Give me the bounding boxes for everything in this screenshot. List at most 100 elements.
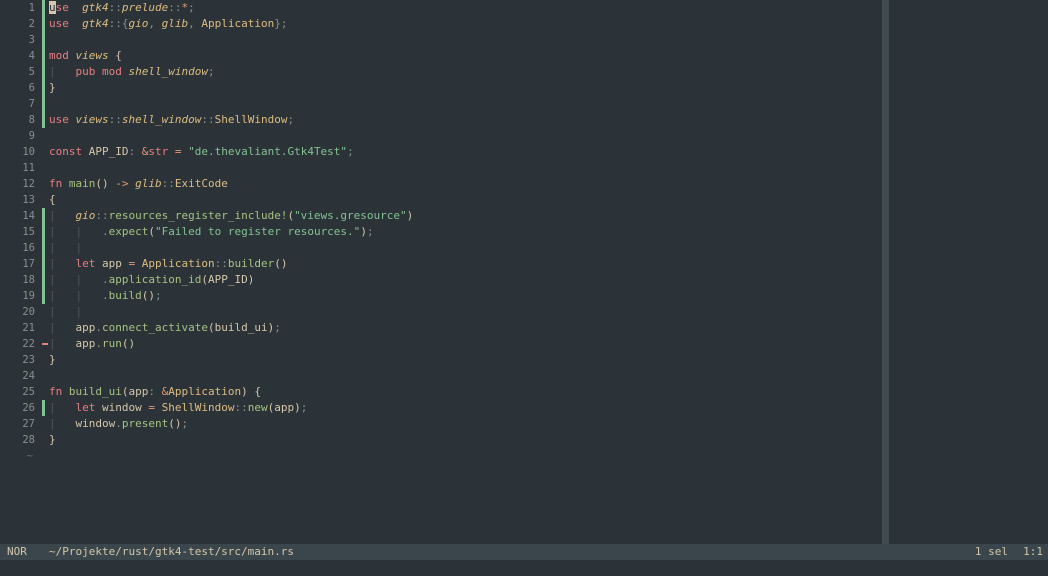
code-token: let bbox=[75, 401, 96, 414]
code-token: :: bbox=[234, 401, 248, 414]
code-line[interactable]: 2 use gtk4::{gio, glib, Application}; bbox=[0, 16, 882, 32]
line-text: } bbox=[49, 432, 56, 448]
code-token: (app) bbox=[267, 401, 301, 414]
code-line[interactable]: 18 | | .application_id(APP_ID) bbox=[0, 272, 882, 288]
code-token: . bbox=[95, 321, 102, 334]
code-token: present bbox=[121, 417, 169, 430]
line-text: use views::shell_window::ShellWindow; bbox=[49, 112, 294, 128]
code-line[interactable]: 1 use gtk4::prelude::*; bbox=[0, 0, 882, 16]
code-token: shell_window bbox=[128, 65, 208, 78]
code-line[interactable]: 15 | | .expect("Failed to register resour… bbox=[0, 224, 882, 240]
vertical-scrollbar[interactable] bbox=[882, 0, 889, 544]
code-token: : bbox=[148, 385, 155, 398]
code-line[interactable]: 9 bbox=[0, 128, 882, 144]
line-number: 27 bbox=[22, 418, 35, 430]
git-added-marker bbox=[42, 16, 45, 32]
code-line[interactable]: 16 | | bbox=[0, 240, 882, 256]
code-line[interactable]: 14 | gio::resources_register_include!("vi… bbox=[0, 208, 882, 224]
line-text: | | .application_id(APP_ID) bbox=[49, 272, 254, 288]
code-token: window bbox=[95, 401, 149, 414]
code-line[interactable]: 10 const APP_ID: &str = "de.thevaliant.Gt… bbox=[0, 144, 882, 160]
code-token: | | bbox=[49, 305, 83, 318]
editor-pane[interactable]: 1 use gtk4::prelude::*; 2 use gtk4::{gio, g… bbox=[0, 0, 1048, 544]
code-token: | bbox=[49, 209, 56, 222]
code-token: views bbox=[75, 49, 109, 62]
line-text: use gtk4::prelude::*; bbox=[49, 0, 195, 16]
code-token: ; bbox=[366, 225, 374, 238]
code-line[interactable]: 28} bbox=[0, 432, 882, 448]
line-text: | app.connect_activate(build_ui); bbox=[49, 320, 281, 336]
code-line[interactable]: 4 mod views { bbox=[0, 48, 882, 64]
code-line[interactable]: 20 | | bbox=[0, 304, 882, 320]
code-line[interactable]: 5 | pub mod shell_window; bbox=[0, 64, 882, 80]
code-token: :: bbox=[214, 257, 228, 270]
line-text: } bbox=[49, 80, 56, 96]
git-added-marker bbox=[42, 240, 45, 256]
code-line[interactable]: 22 | app.run() bbox=[0, 336, 882, 352]
code-line[interactable]: 19 | | .build(); bbox=[0, 288, 882, 304]
code-token: | bbox=[49, 65, 56, 78]
mode-indicator: NOR bbox=[7, 545, 27, 558]
code-view[interactable]: 1 use gtk4::prelude::*; 2 use gtk4::{gio, g… bbox=[0, 0, 882, 464]
code-token: fn bbox=[49, 177, 63, 190]
line-number: 3 bbox=[28, 34, 35, 46]
code-line[interactable]: 23} bbox=[0, 352, 882, 368]
code-line[interactable]: 21 | app.connect_activate(build_ui); bbox=[0, 320, 882, 336]
line-number: 1 bbox=[28, 2, 35, 14]
code-token: :: bbox=[168, 1, 182, 14]
line-text: const APP_ID: &str = "de.thevaliant.Gtk4… bbox=[49, 144, 354, 160]
line-number: 4 bbox=[28, 50, 35, 62]
code-line[interactable]: 26 | let window = ShellWindow::new(app); bbox=[0, 400, 882, 416]
code-token: () bbox=[141, 289, 155, 302]
line-number: 25 bbox=[22, 386, 35, 398]
code-token: , bbox=[188, 17, 202, 30]
line-text: | gio::resources_register_include!("view… bbox=[49, 208, 413, 224]
code-token: ; bbox=[347, 145, 354, 158]
code-token: ; bbox=[188, 1, 195, 14]
code-line[interactable]: 3 bbox=[0, 32, 882, 48]
line-text: mod views { bbox=[49, 48, 122, 64]
code-token: } bbox=[49, 353, 56, 366]
command-line[interactable] bbox=[0, 560, 1048, 576]
line-number: 7 bbox=[28, 98, 35, 110]
line-text: | | bbox=[49, 240, 82, 256]
git-added-marker bbox=[42, 256, 45, 272]
code-line[interactable]: 11 bbox=[0, 160, 882, 176]
code-line[interactable]: 8 use views::shell_window::ShellWindow; bbox=[0, 112, 882, 128]
code-line[interactable]: 17 | let app = Application::builder() bbox=[0, 256, 882, 272]
code-token: | | bbox=[49, 241, 83, 254]
line-number: 28 bbox=[22, 434, 35, 446]
code-token: | bbox=[49, 321, 56, 334]
line-number: 22 bbox=[22, 338, 35, 350]
code-token: connect_activate bbox=[102, 321, 208, 334]
code-line[interactable]: 7 bbox=[0, 96, 882, 112]
code-token: = bbox=[148, 401, 155, 414]
code-line[interactable]: 27 | window.present(); bbox=[0, 416, 882, 432]
code-token: Application bbox=[201, 17, 275, 30]
code-token: ; bbox=[287, 113, 295, 126]
cursor-position: 1:1 bbox=[1023, 545, 1043, 558]
code-line[interactable]: 12 fn main() -> glib::ExitCode bbox=[0, 176, 882, 192]
code-token: { bbox=[108, 49, 122, 62]
code-token: app bbox=[55, 321, 96, 334]
code-line[interactable]: 6} bbox=[0, 80, 882, 96]
code-token: ; bbox=[207, 65, 215, 78]
code-line[interactable]: 24 bbox=[0, 368, 882, 384]
status-line: NOR ~/Projekte/rust/gtk4-test/src/main.r… bbox=[0, 544, 1048, 560]
git-added-marker bbox=[42, 96, 45, 112]
code-line[interactable]: 25 fn build_ui(app: &Application) { bbox=[0, 384, 882, 400]
code-token: () bbox=[274, 257, 288, 270]
code-token: gio bbox=[128, 17, 149, 30]
line-text: fn build_ui(app: &Application) { bbox=[49, 384, 261, 400]
code-line[interactable]: 13 { bbox=[0, 192, 882, 208]
git-added-marker bbox=[42, 224, 45, 240]
code-token: gio bbox=[75, 209, 96, 222]
